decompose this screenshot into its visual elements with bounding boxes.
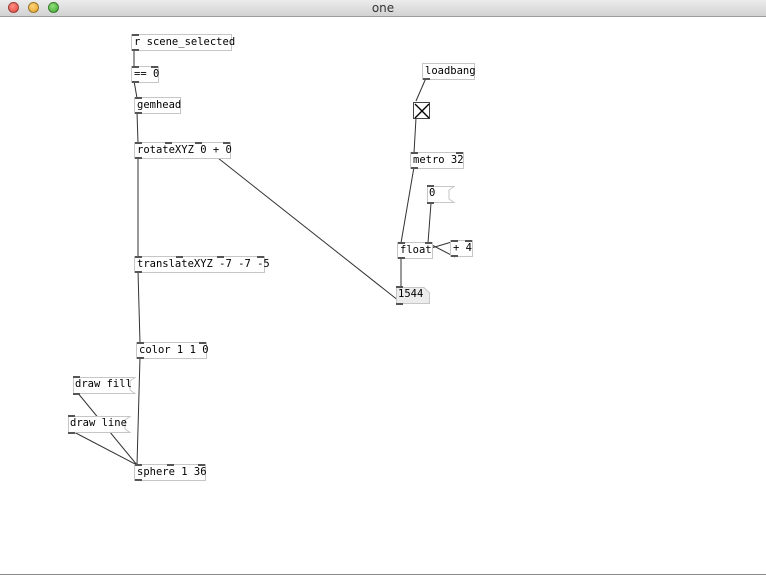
gemhead-object[interactable]: gemhead xyxy=(134,97,181,114)
inlet[interactable] xyxy=(451,240,458,242)
message-label: draw line xyxy=(70,417,127,429)
connection xyxy=(415,77,427,102)
outlet[interactable] xyxy=(135,112,142,114)
outlet[interactable] xyxy=(427,202,434,204)
inlet[interactable] xyxy=(223,142,230,144)
outlet[interactable] xyxy=(73,393,80,395)
counter-number-box[interactable]: 1544 xyxy=(396,286,430,305)
draw-line-message[interactable]: draw line xyxy=(68,415,132,434)
inlet[interactable] xyxy=(195,142,202,144)
object-label: sphere 1 36 xyxy=(137,466,207,478)
outlet[interactable] xyxy=(411,167,418,169)
rotatexyz-object[interactable]: rotateXYZ 0 + 0 xyxy=(134,142,232,159)
receive-scene-selected-object[interactable]: r scene_selected xyxy=(131,34,236,51)
inlet[interactable] xyxy=(151,66,158,68)
outlet[interactable] xyxy=(423,78,430,80)
inlet[interactable] xyxy=(425,242,432,244)
outlet[interactable] xyxy=(135,157,142,159)
object-label: rotateXYZ 0 + 0 xyxy=(137,144,232,156)
inlet[interactable] xyxy=(465,240,472,242)
sphere-object[interactable]: sphere 1 36 xyxy=(134,464,207,481)
inlet[interactable] xyxy=(411,152,418,154)
connection xyxy=(137,270,141,344)
inlet[interactable] xyxy=(165,142,172,144)
inlet[interactable] xyxy=(135,142,142,144)
inlet[interactable] xyxy=(199,342,206,344)
equals-zero-object[interactable]: == 0 xyxy=(131,66,159,83)
outlet[interactable] xyxy=(451,255,458,257)
object-label: loadbang xyxy=(425,65,476,77)
message-label: 0 xyxy=(429,187,436,199)
object-label: r scene_selected xyxy=(134,36,236,48)
toggle[interactable] xyxy=(413,102,430,119)
toggle-x-icon xyxy=(414,103,430,119)
connection xyxy=(133,80,138,99)
connection xyxy=(400,166,415,244)
inlet[interactable] xyxy=(456,152,463,154)
inlet[interactable] xyxy=(132,34,139,36)
outlet[interactable] xyxy=(132,49,139,51)
metro-object[interactable]: metro 32 xyxy=(410,152,464,169)
inlet[interactable] xyxy=(398,242,405,244)
outlet[interactable] xyxy=(398,257,405,259)
inlet[interactable] xyxy=(135,256,142,258)
object-label: gemhead xyxy=(137,99,182,111)
connection xyxy=(136,356,141,466)
inlet[interactable] xyxy=(137,342,144,344)
message-label: draw fill xyxy=(75,378,132,390)
draw-fill-message[interactable]: draw fill xyxy=(73,376,137,395)
zero-message[interactable]: 0 xyxy=(427,185,456,204)
inlet[interactable] xyxy=(167,464,174,466)
connection xyxy=(71,430,138,466)
object-label: == 0 xyxy=(134,68,160,80)
inlet[interactable] xyxy=(198,464,205,466)
window-bottom-border xyxy=(0,574,766,575)
translatexyz-object[interactable]: translateXYZ -7 -7 -5 xyxy=(134,256,270,273)
inlet[interactable] xyxy=(135,464,142,466)
inlet[interactable] xyxy=(135,97,142,99)
float-object[interactable]: float xyxy=(397,242,433,259)
plus-four-object[interactable]: + 4 xyxy=(450,240,473,257)
inlet[interactable] xyxy=(176,256,183,258)
connection xyxy=(136,111,139,144)
connection xyxy=(427,202,432,244)
outlet[interactable] xyxy=(68,432,75,434)
patch-connections xyxy=(71,50,456,466)
outlet[interactable] xyxy=(135,479,142,481)
connection xyxy=(413,117,417,154)
object-label: color 1 1 0 xyxy=(139,344,209,356)
outlet[interactable] xyxy=(396,303,403,305)
object-label: translateXYZ -7 -7 -5 xyxy=(137,258,270,270)
number-value: 1544 xyxy=(398,288,424,300)
object-label: + 4 xyxy=(453,242,472,254)
loadbang-object[interactable]: loadbang xyxy=(422,63,476,80)
outlet[interactable] xyxy=(137,357,144,359)
inlet[interactable] xyxy=(217,256,224,258)
outlet[interactable] xyxy=(135,271,142,273)
object-label: metro 32 xyxy=(413,154,464,166)
inlet[interactable] xyxy=(257,256,264,258)
color-object[interactable]: color 1 1 0 xyxy=(136,342,209,359)
outlet[interactable] xyxy=(132,81,139,83)
connection xyxy=(198,142,400,302)
inlet[interactable] xyxy=(132,66,139,68)
object-label: float xyxy=(400,244,432,256)
